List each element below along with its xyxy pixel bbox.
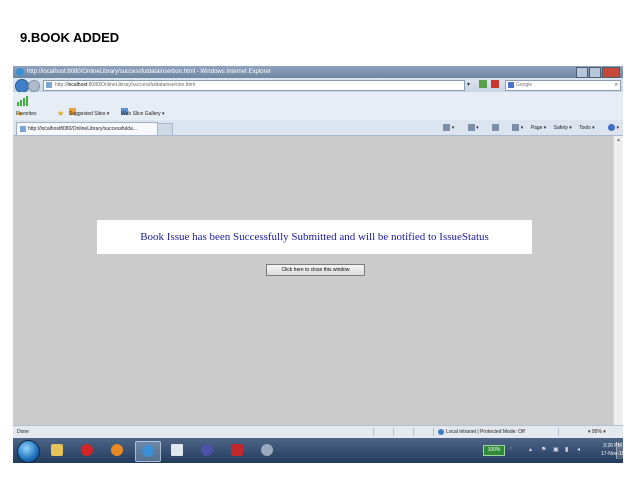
google-icon	[508, 82, 514, 88]
display-icon[interactable]: ▣	[553, 446, 559, 453]
add-favorite-icon: ★	[57, 109, 65, 118]
status-bar: Done Local intranet | Protected Mode: Of…	[13, 425, 623, 438]
forward-button[interactable]	[28, 80, 40, 92]
help-icon	[608, 124, 616, 132]
browser-screenshot: http://localhost:8080/OnlineLibrary/succ…	[13, 66, 623, 463]
taskbar-pdf[interactable]	[225, 441, 249, 460]
window-controls	[575, 67, 620, 78]
volume-icon[interactable]: ◂	[577, 446, 580, 453]
taskbar-firefox[interactable]	[105, 441, 129, 460]
search-input[interactable]: Google ⌕	[505, 80, 621, 91]
home-icon	[443, 124, 451, 132]
taskbar-explorer[interactable]	[45, 441, 69, 460]
scroll-up-icon[interactable]: ▲	[616, 137, 621, 143]
close-window-button[interactable]	[602, 67, 620, 78]
tab-row: http://localhost8080/OnlineLibrary/succe…	[13, 120, 623, 136]
window-title-bar: http://localhost:8080/OnlineLibrary/succ…	[13, 66, 623, 78]
search-placeholder: Google	[516, 82, 533, 88]
taskbar-paint[interactable]	[255, 441, 279, 460]
globe-icon	[438, 428, 444, 435]
signal-bars-icon	[17, 96, 29, 106]
page-content: Book Issue has been Successfully Submitt…	[13, 136, 613, 425]
address-rest: :8080/OnlineLibrary/successfuldatainsert…	[87, 82, 196, 88]
maximize-button[interactable]	[589, 67, 601, 78]
refresh-icon[interactable]	[479, 80, 487, 88]
paint-icon	[261, 444, 273, 456]
stop-icon[interactable]	[491, 80, 499, 88]
feeds-icon	[467, 124, 475, 132]
toolbar-row	[13, 92, 623, 108]
search-icon[interactable]: ⌕	[615, 81, 618, 90]
folder-icon	[51, 444, 63, 456]
home-button[interactable]: ▾	[437, 124, 454, 132]
tray-chevron-icon[interactable]: ▴	[529, 446, 532, 453]
page-icon	[46, 82, 52, 88]
ie-logo-icon	[16, 68, 24, 76]
command-bar: ▾ ▾ ▾ Page ▾ Safety ▾ Tools ▾ ▾	[431, 122, 619, 134]
safety-menu[interactable]: Safety ▾	[554, 125, 572, 131]
address-bar-row: http://localhost:8080/OnlineLibrary/succ…	[13, 78, 623, 93]
tools-menu[interactable]: Tools ▾	[579, 125, 595, 131]
tab-page-icon	[20, 126, 26, 132]
close-window-link-button[interactable]: Click here to close this window	[266, 264, 365, 276]
taskbar: 100% ◌ ▴ ⚑ ▣ ▮ ◂ 3:26 PM 17-Nov-11	[13, 438, 623, 463]
mail-button[interactable]	[486, 124, 499, 132]
window-title: http://localhost:8080/OnlineLibrary/succ…	[27, 69, 271, 75]
pdf-icon	[231, 444, 243, 456]
address-prefix: http://	[55, 82, 68, 88]
flag-icon[interactable]: ⚑	[541, 446, 546, 453]
taskbar-eclipse[interactable]	[195, 441, 219, 460]
status-text: Done	[17, 429, 29, 435]
tab-current[interactable]: http://localhost8080/OnlineLibrary/succe…	[16, 122, 158, 135]
ie-icon	[142, 445, 154, 457]
start-button[interactable]	[17, 440, 40, 463]
show-desktop-button[interactable]	[616, 442, 623, 459]
taskbar-opera[interactable]	[75, 441, 99, 460]
system-tray: 100% ◌ ▴ ⚑ ▣ ▮ ◂ 3:26 PM 17-Nov-11	[483, 442, 623, 459]
address-host: localhost	[67, 82, 88, 88]
security-zone[interactable]: Local intranet | Protected Mode: Off	[438, 426, 525, 438]
address-input[interactable]: http://localhost:8080/OnlineLibrary/succ…	[43, 80, 465, 91]
zoom-level[interactable]: ▾ 95% ▾	[588, 426, 606, 438]
eclipse-icon	[201, 444, 213, 456]
taskbar-ie[interactable]	[135, 441, 161, 462]
tray-circle-icon[interactable]: ◌	[509, 446, 513, 452]
print-icon	[512, 124, 520, 132]
network-icon[interactable]: ▮	[565, 446, 568, 453]
page-menu[interactable]: Page ▾	[531, 125, 547, 131]
vertical-scrollbar[interactable]: ▲	[613, 136, 623, 425]
print-button[interactable]: ▾	[506, 124, 523, 132]
slide-title: 9.BOOK ADDED	[20, 30, 120, 45]
success-message: Book Issue has been Successfully Submitt…	[97, 220, 532, 254]
new-tab-button[interactable]	[157, 123, 173, 135]
favorites-bar: ★ Favorites ★ Suggested Sites ▾ Web Slic…	[13, 108, 623, 120]
firefox-icon	[111, 444, 123, 456]
address-dropdown-icon[interactable]: ▾	[467, 81, 470, 88]
taskbar-app[interactable]	[165, 441, 189, 460]
mail-icon	[492, 124, 499, 132]
opera-icon	[81, 444, 93, 456]
language-indicator[interactable]: 100%	[483, 445, 505, 456]
minimize-button[interactable]	[576, 67, 588, 78]
back-button[interactable]	[15, 79, 29, 93]
feeds-button[interactable]: ▾	[462, 124, 479, 132]
help-button[interactable]: ▾	[602, 124, 619, 132]
window-icon	[171, 444, 183, 456]
